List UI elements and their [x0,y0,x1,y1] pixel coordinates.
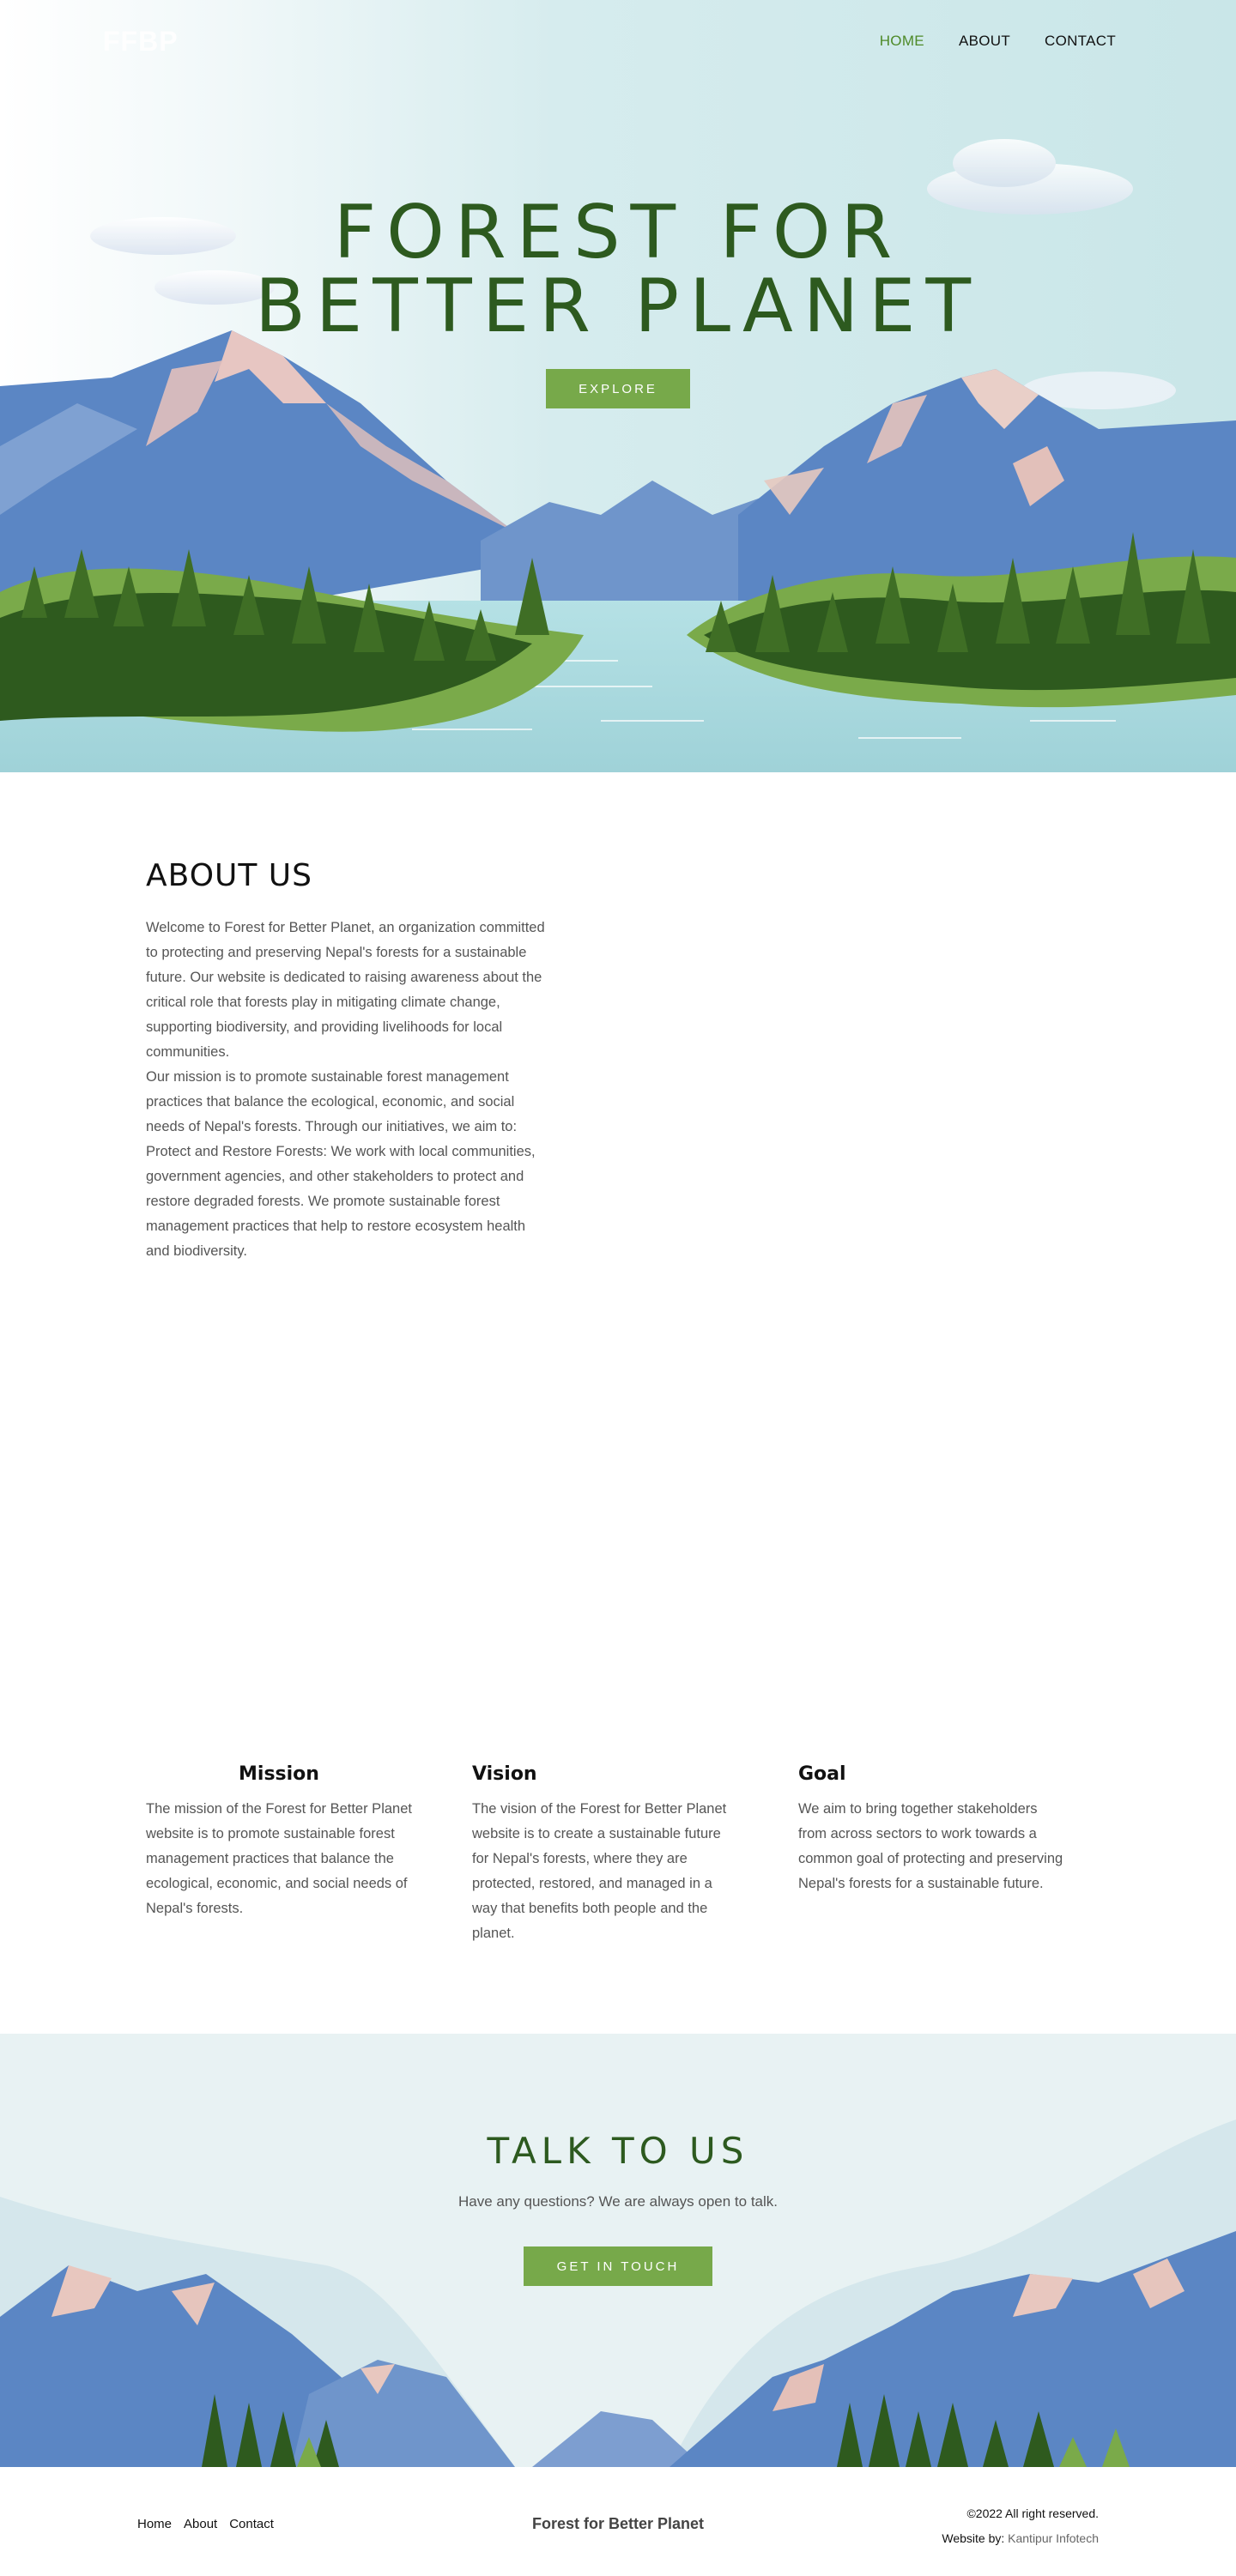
contact-heading: TALK TO US [487,2130,749,2172]
footer: Home About Contact Forest for Better Pla… [0,2467,1236,2576]
main-nav: HOME ABOUT CONTACT [880,33,1116,50]
credit-label: Website by: [942,2531,1005,2545]
vision-text: The vision of the Forest for Better Plan… [472,1801,727,1941]
nav-home[interactable]: HOME [880,33,924,50]
vision-column: Vision The vision of the Forest for Bett… [472,1763,738,1946]
hero-section: FFBP HOME ABOUT CONTACT FOREST FOR BETTE… [0,0,1236,772]
about-section: ABOUT US Welcome to Forest for Better Pl… [146,858,549,1264]
nav-contact[interactable]: CONTACT [1045,33,1116,50]
explore-button[interactable]: EXPLORE [546,369,690,408]
goal-column: Goal We aim to bring together stakeholde… [798,1763,1064,1896]
contact-subtitle: Have any questions? We are always open t… [457,2193,778,2210]
credit-line: Website by: Kantipur Infotech [942,2526,1099,2551]
about-paragraph-1: Welcome to Forest for Better Planet, an … [146,920,545,1060]
site-logo[interactable]: FFBP [103,26,179,57]
about-paragraph-2: Our mission is to promote sustainable fo… [146,1069,536,1259]
goal-title: Goal [798,1763,846,1785]
vision-title: Vision [472,1763,537,1785]
hero-title: FOREST FOR BETTER PLANET [254,190,982,349]
copyright-text: ©2022 All right reserved. [966,2506,1099,2520]
about-heading: ABOUT US [146,858,313,893]
contact-section: TALK TO US Have any questions? We are al… [0,2034,1236,2467]
goal-text: We aim to bring together stakeholders fr… [798,1801,1063,1891]
footer-credits: ©2022 All right reserved. Website by: Ka… [942,2501,1099,2551]
mission-column: Mission The mission of the Forest for Be… [146,1763,412,1921]
mission-text: The mission of the Forest for Better Pla… [146,1801,412,1916]
mission-title: Mission [239,1763,319,1785]
credit-link[interactable]: Kantipur Infotech [1008,2531,1099,2545]
get-in-touch-button[interactable]: GET IN TOUCH [524,2246,712,2286]
nav-about[interactable]: ABOUT [959,33,1010,50]
